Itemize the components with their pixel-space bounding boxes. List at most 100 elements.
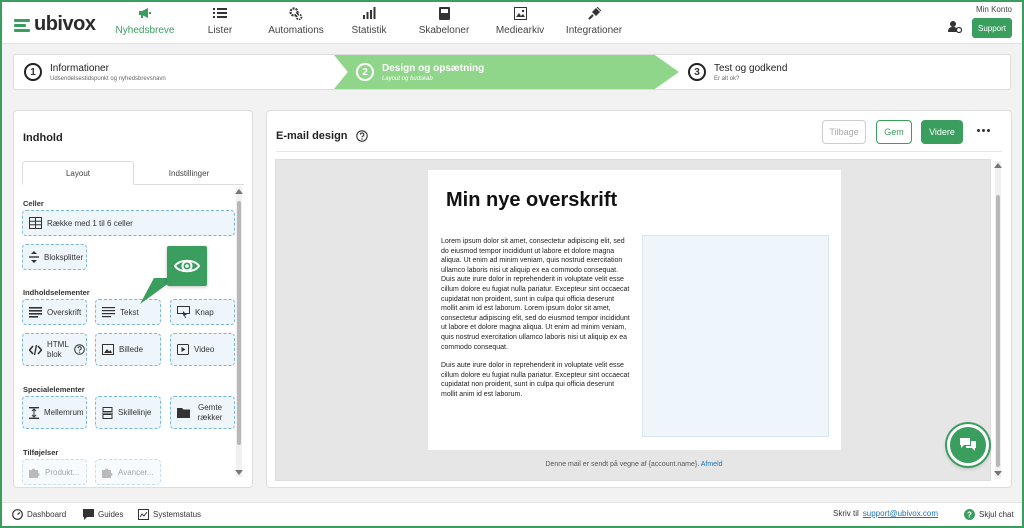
element-video[interactable]: Video: [170, 333, 235, 366]
scroll-thumb[interactable]: [996, 195, 1000, 467]
nav-lister[interactable]: Lister: [200, 5, 240, 39]
element-label: Mellemrum: [44, 408, 84, 417]
element-advanced[interactable]: Avancer...: [95, 459, 161, 485]
account-link[interactable]: Min Konto: [976, 5, 1012, 14]
email-design-panel: E-mail design Tilbage Gem Videre Min nye…: [266, 110, 1012, 488]
system-status-link[interactable]: Systemstatus: [138, 509, 201, 520]
template-icon: [417, 5, 471, 21]
email-heading[interactable]: Min nye overskrift: [446, 189, 617, 212]
step-subtitle: Udsendelsestidspunkt og nyhedsbrevsnavn: [50, 75, 166, 82]
panel-title: E-mail design: [276, 130, 368, 142]
spacer-icon: [29, 406, 39, 419]
step-2[interactable]: 2 Design og opsætning Layout og budskab: [356, 55, 484, 89]
user-settings-icon[interactable]: [948, 20, 963, 35]
element-row[interactable]: Række med 1 til 6 celler: [22, 210, 235, 236]
element-image[interactable]: Billede: [95, 333, 161, 366]
nav-nyhedsbreve[interactable]: Nyhedsbreve: [115, 5, 175, 39]
header-divider: [276, 151, 1002, 152]
step-1[interactable]: 1 Informationer Udsendelsestidspunkt og …: [24, 55, 166, 89]
tab-indstillinger[interactable]: Indstillinger: [134, 161, 244, 185]
guides-link[interactable]: Guides: [83, 509, 123, 520]
eye-icon: [174, 259, 200, 273]
hide-chat-link[interactable]: ? Skjul chat: [964, 509, 1014, 520]
element-label: Tekst: [120, 307, 139, 317]
element-splitter[interactable]: Bloksplitter: [22, 244, 87, 270]
dashboard-icon: [12, 509, 23, 520]
image-icon: [494, 5, 546, 21]
left-scrollbar[interactable]: [235, 187, 243, 477]
puzzle-icon: [29, 468, 40, 478]
nav-integrationer[interactable]: Integrationer: [563, 5, 625, 39]
save-button[interactable]: Gem: [876, 120, 912, 144]
nav-mediearkiv[interactable]: Mediearkiv: [494, 5, 546, 39]
tab-layout[interactable]: Layout: [22, 161, 134, 185]
nav-label: Lister: [207, 25, 233, 36]
help-icon[interactable]: [74, 344, 85, 355]
chat-icon: [960, 438, 976, 451]
plug-icon: [563, 5, 625, 21]
bottom-bar: Dashboard Guides Systemstatus Skriv til …: [2, 502, 1022, 526]
step-subtitle: Layout og budskab: [382, 75, 433, 82]
element-label: Gemte rækker: [197, 402, 223, 422]
element-label: Bloksplitter: [44, 252, 84, 262]
scroll-down-icon[interactable]: [994, 471, 1002, 476]
element-product[interactable]: Produkt...: [22, 459, 87, 485]
element-label: Video: [194, 345, 215, 354]
step-subtitle: Er alt ok?: [714, 75, 740, 82]
scroll-thumb[interactable]: [237, 201, 241, 445]
element-label: Knap: [195, 307, 214, 317]
panel-tabs: Layout Indstillinger: [22, 161, 244, 185]
more-options-icon[interactable]: [977, 129, 990, 132]
email-preview: Min nye overskrift Lorem ipsum dolor sit…: [428, 170, 841, 450]
element-spacer[interactable]: Mellemrum: [22, 396, 87, 429]
nav-label: Mediearkiv: [495, 25, 545, 36]
element-divider[interactable]: Skillelinje: [95, 396, 161, 429]
support-contact: Skriv til support@ubivox.com: [833, 509, 938, 518]
help-icon[interactable]: [355, 130, 368, 142]
email-footer: Denne mail er sendt på vegne af {account…: [276, 461, 992, 468]
guides-label: Guides: [98, 510, 124, 519]
scroll-down-icon[interactable]: [235, 470, 243, 475]
speech-bubble-icon: [83, 509, 94, 520]
canvas-scrollbar[interactable]: [994, 161, 1002, 479]
panel-title: Indhold: [23, 132, 63, 144]
section-content: Indholdselementer: [23, 288, 90, 297]
element-button[interactable]: Knap: [170, 299, 235, 325]
next-button[interactable]: Videre: [921, 120, 963, 144]
unsubscribe-link[interactable]: Afmeld: [701, 461, 723, 468]
step-number: 2: [356, 63, 374, 81]
nav-skabeloner[interactable]: Skabeloner: [417, 5, 471, 39]
panel-title-text: E-mail design: [276, 130, 348, 142]
nav-label: Nyhedsbreve: [115, 25, 175, 36]
step-3[interactable]: 3 Test og godkend Er alt ok?: [688, 55, 787, 89]
help-circle-icon: ?: [964, 509, 975, 520]
support-button[interactable]: Support: [972, 18, 1012, 38]
section-cells: Celler: [23, 199, 44, 208]
button-icon: [177, 306, 190, 318]
email-image-placeholder[interactable]: [642, 235, 829, 437]
scroll-up-icon[interactable]: [235, 189, 243, 194]
support-email-link[interactable]: support@ubivox.com: [863, 509, 938, 518]
dashboard-link[interactable]: Dashboard: [12, 509, 66, 520]
section-addons: Tilføjelser: [23, 448, 59, 457]
scroll-up-icon[interactable]: [994, 163, 1002, 168]
nav-automations[interactable]: Automations: [264, 5, 328, 39]
preview-eye-button[interactable]: [167, 246, 207, 286]
element-saved-rows[interactable]: Gemte rækker: [170, 396, 235, 429]
element-html[interactable]: HTML blok: [22, 333, 87, 366]
write-to-label: Skriv til: [833, 509, 859, 518]
code-icon: [29, 344, 42, 355]
logo[interactable]: ubivox: [14, 13, 96, 36]
back-button[interactable]: Tilbage: [822, 120, 866, 144]
list-icon: [200, 5, 240, 21]
element-label: Skillelinje: [118, 408, 152, 417]
email-text-block[interactable]: Lorem ipsum dolor sit amet, consectetur …: [441, 237, 631, 400]
status-chart-icon: [138, 509, 149, 520]
element-label: HTML blok: [47, 339, 69, 359]
chat-button[interactable]: [947, 424, 989, 466]
step-title: Test og godkend: [714, 62, 788, 74]
dashboard-label: Dashboard: [27, 510, 67, 519]
element-heading[interactable]: Overskrift: [22, 299, 87, 325]
nav-statistik[interactable]: Statistik: [347, 5, 391, 39]
video-play-icon: [177, 344, 189, 355]
